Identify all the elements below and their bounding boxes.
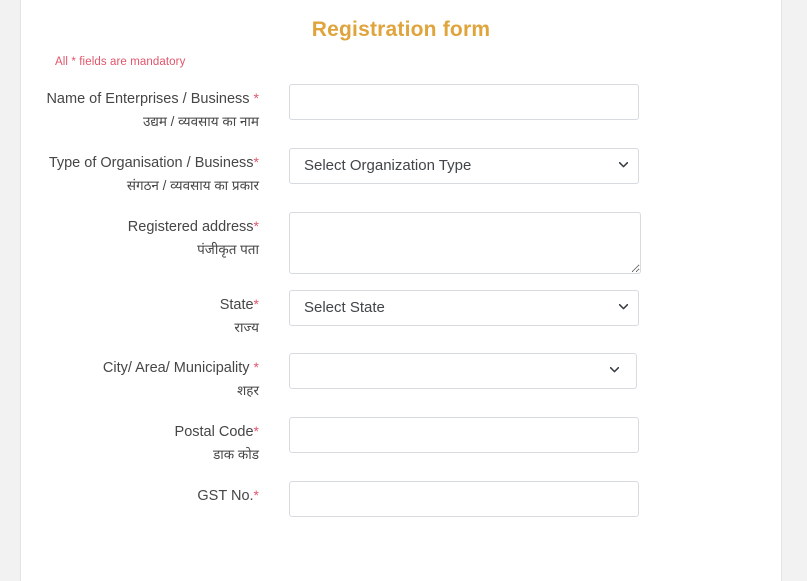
label-text-hi: पंजीकृत पता [197,241,259,257]
city-select-wrap [289,353,637,390]
label-text-hi: संगठन / व्यवसाय का प्रकार [126,177,259,193]
label-text-en: GST No. [197,487,254,504]
label-gst-no: GST No.* [21,481,273,509]
label-city-area-municipality: City/ Area/ Municipality * शहर [21,353,273,401]
label-text-hi: शहर [237,383,259,399]
label-text-en: Postal Code [174,424,254,440]
required-asterisk: * [253,359,259,376]
field-row-city-area-municipality: City/ Area/ Municipality * शहर [21,353,781,401]
state-select-wrap: Select State [289,289,639,326]
control-city-area-municipality [273,353,781,390]
mandatory-fields-note: All * fields are mandatory [55,56,186,68]
control-state: Select State [273,289,781,326]
control-organisation-type: Select Organization Type [273,147,781,184]
label-enterprise-name: Name of Enterprises / Business * उद्यम / … [21,84,273,132]
label-state: State* राज्य [21,290,273,338]
field-row-organisation-type: Type of Organisation / Business* संगठन /… [21,147,781,196]
form-fields: Name of Enterprises / Business * उद्यम / … [21,68,781,517]
required-asterisk: * [253,486,259,503]
label-text-hi: डाक कोड [213,447,259,463]
label-organisation-type: Type of Organisation / Business* संगठन /… [21,148,273,196]
postal-code-input[interactable] [289,417,639,453]
label-registered-address: Registered address* पंजीकृत पता [21,212,273,260]
state-select[interactable]: Select State [289,289,639,326]
label-text-en: Registered address [127,218,254,235]
field-row-enterprise-name: Name of Enterprises / Business * उद्यम / … [21,84,781,132]
label-postal-code: Postal Code* डाक कोड [21,417,273,465]
field-row-state: State* राज्य Select State [21,289,781,338]
control-postal-code [273,417,781,453]
field-row-registered-address: Registered address* पंजीकृत पता [21,211,781,274]
registration-form-container: Registration form All * fields are manda… [20,0,782,581]
label-text-hi: राज्य [234,319,259,335]
control-enterprise-name [273,84,781,120]
label-text-en: City/ Area/ Municipality [102,360,250,377]
label-text-hi: उद्यम / व्यवसाय का नाम [142,114,259,130]
city-select[interactable] [289,353,637,390]
control-registered-address [273,211,781,274]
field-row-gst-no: GST No.* [21,480,781,517]
label-text-en: State [219,296,254,313]
control-gst-no [273,480,781,517]
enterprise-name-input[interactable] [289,84,639,120]
page-title: Registration form [311,18,491,41]
required-asterisk: * [253,295,259,312]
gst-no-input[interactable] [289,480,639,517]
page-background: Registration form All * fields are manda… [0,0,807,581]
required-asterisk: * [253,217,259,234]
field-row-postal-code: Postal Code* डाक कोड [21,417,781,465]
label-text-en: Name of Enterprises / Business [46,91,250,107]
required-asterisk: * [253,153,259,170]
organisation-type-select-wrap: Select Organization Type [289,147,639,184]
label-text-en: Type of Organisation / Business [48,154,254,171]
required-asterisk: * [253,423,259,439]
registered-address-textarea[interactable] [289,211,641,274]
required-asterisk: * [253,90,259,106]
organisation-type-select[interactable]: Select Organization Type [289,147,639,184]
